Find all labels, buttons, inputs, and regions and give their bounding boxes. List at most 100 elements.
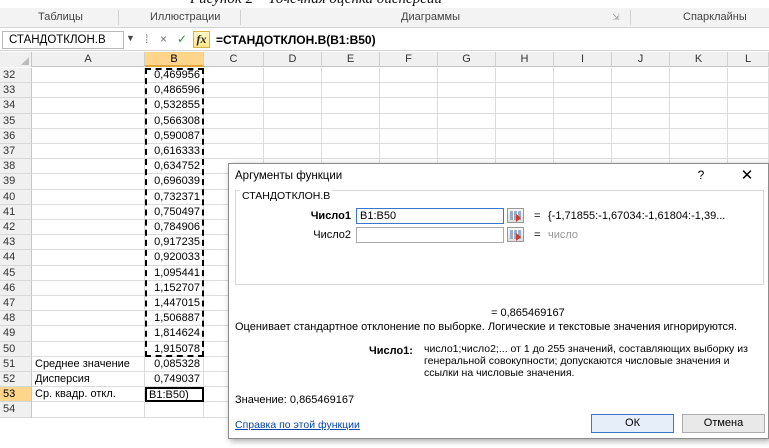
dialog-launcher-icon[interactable]: ⇲ bbox=[612, 12, 620, 23]
cancel-button[interactable]: Отмена bbox=[682, 414, 765, 433]
cell-b[interactable]: 0,920033 bbox=[145, 250, 204, 266]
column-header-k[interactable]: K bbox=[670, 52, 728, 67]
formula-text[interactable]: =СТАНДОТКЛОН.В(B1:B50) bbox=[216, 33, 376, 47]
empty-cell[interactable] bbox=[322, 83, 380, 99]
empty-cell[interactable] bbox=[496, 83, 554, 99]
empty-cell[interactable] bbox=[438, 144, 496, 160]
row-header[interactable]: 46 bbox=[0, 280, 32, 296]
row-header[interactable]: 54 bbox=[0, 402, 32, 418]
empty-cell[interactable] bbox=[496, 128, 554, 144]
row-header[interactable]: 38 bbox=[0, 159, 32, 175]
row-header[interactable]: 36 bbox=[0, 128, 32, 144]
empty-cell[interactable] bbox=[496, 98, 554, 114]
cell-a[interactable] bbox=[32, 296, 145, 312]
empty-cell[interactable] bbox=[204, 68, 264, 84]
cell-b[interactable]: 0,532855 bbox=[145, 98, 204, 114]
column-header-i[interactable]: I bbox=[554, 52, 612, 67]
empty-cell[interactable] bbox=[322, 68, 380, 84]
empty-cell[interactable] bbox=[728, 113, 769, 129]
row-header[interactable]: 44 bbox=[0, 250, 32, 266]
row-header[interactable]: 34 bbox=[0, 98, 32, 114]
row-header[interactable]: 33 bbox=[0, 83, 32, 99]
empty-cell[interactable] bbox=[728, 128, 769, 144]
row-header[interactable]: 35 bbox=[0, 113, 32, 129]
cell-b[interactable]: 0,750497 bbox=[145, 204, 204, 220]
cell-a[interactable] bbox=[32, 280, 145, 296]
row-header[interactable]: 40 bbox=[0, 189, 32, 205]
empty-cell[interactable] bbox=[670, 68, 728, 84]
cell-a[interactable] bbox=[32, 341, 145, 357]
cell-a[interactable]: Среднее значение bbox=[32, 356, 145, 372]
row-header[interactable]: 48 bbox=[0, 311, 32, 327]
cell-a[interactable] bbox=[32, 235, 145, 251]
cell-b[interactable]: 0,784906 bbox=[145, 220, 204, 236]
empty-cell[interactable] bbox=[554, 68, 612, 84]
cell-a[interactable] bbox=[32, 326, 145, 342]
cell-b[interactable]: 0,469956 bbox=[145, 68, 204, 84]
empty-cell[interactable] bbox=[322, 128, 380, 144]
empty-cell[interactable] bbox=[264, 68, 322, 84]
empty-cell[interactable] bbox=[204, 83, 264, 99]
row-header[interactable]: 43 bbox=[0, 235, 32, 251]
cell-a[interactable] bbox=[32, 204, 145, 220]
cell-b[interactable]: 0,590087 bbox=[145, 128, 204, 144]
row-header[interactable]: 53 bbox=[0, 387, 32, 403]
cell-b[interactable]: 1,814624 bbox=[145, 326, 204, 342]
cell-b[interactable]: 0,749037 bbox=[145, 372, 204, 388]
empty-cell[interactable] bbox=[204, 98, 264, 114]
cell-a[interactable]: Дисперсия bbox=[32, 372, 145, 388]
empty-cell[interactable] bbox=[264, 98, 322, 114]
row-header[interactable]: 50 bbox=[0, 341, 32, 357]
empty-cell[interactable] bbox=[612, 113, 670, 129]
row-header[interactable]: 47 bbox=[0, 296, 32, 312]
cell-a[interactable] bbox=[32, 220, 145, 236]
cell-b[interactable]: 0,732371 bbox=[145, 189, 204, 205]
active-cell-b[interactable]: B1:B50) bbox=[145, 387, 204, 403]
empty-cell[interactable] bbox=[612, 144, 670, 160]
cell-b[interactable]: 1,095441 bbox=[145, 265, 204, 281]
close-icon[interactable]: ✕ bbox=[735, 166, 759, 186]
cell-a[interactable] bbox=[32, 83, 145, 99]
column-header-f[interactable]: F bbox=[380, 52, 438, 67]
empty-cell[interactable] bbox=[380, 83, 438, 99]
row-header[interactable]: 42 bbox=[0, 220, 32, 236]
enter-entry-icon[interactable]: ✓ bbox=[177, 32, 187, 46]
cell-a[interactable] bbox=[32, 144, 145, 160]
help-icon[interactable]: ? bbox=[691, 168, 711, 186]
cell-a[interactable] bbox=[32, 68, 145, 84]
empty-cell[interactable] bbox=[438, 83, 496, 99]
empty-cell[interactable] bbox=[612, 128, 670, 144]
empty-cell[interactable] bbox=[204, 113, 264, 129]
empty-cell[interactable] bbox=[728, 68, 769, 84]
cell-b[interactable]: 0,566308 bbox=[145, 113, 204, 129]
name-box[interactable]: СТАНДОТКЛОН.В bbox=[2, 31, 124, 49]
empty-cell[interactable] bbox=[380, 128, 438, 144]
cell-b[interactable]: 1,506887 bbox=[145, 311, 204, 327]
empty-cell[interactable] bbox=[380, 98, 438, 114]
cell-b[interactable]: 0,917235 bbox=[145, 235, 204, 251]
empty-cell[interactable] bbox=[438, 113, 496, 129]
cell-a[interactable] bbox=[32, 128, 145, 144]
dialog-titlebar[interactable]: Аргументы функции ? ✕ bbox=[229, 164, 768, 188]
empty-cell[interactable] bbox=[322, 144, 380, 160]
empty-cell[interactable] bbox=[496, 68, 554, 84]
row-header[interactable]: 41 bbox=[0, 204, 32, 220]
empty-cell[interactable] bbox=[264, 144, 322, 160]
empty-cell[interactable] bbox=[728, 98, 769, 114]
cancel-entry-icon[interactable]: × bbox=[160, 32, 167, 46]
empty-cell[interactable] bbox=[264, 113, 322, 129]
cell-a[interactable] bbox=[32, 311, 145, 327]
row-header[interactable]: 52 bbox=[0, 372, 32, 388]
cell-a[interactable]: Ср. квадр. откл. bbox=[32, 387, 145, 403]
cell-b[interactable]: 0,085328 bbox=[145, 356, 204, 372]
empty-cell[interactable] bbox=[670, 83, 728, 99]
empty-cell[interactable] bbox=[554, 128, 612, 144]
cell-b[interactable]: 0,486596 bbox=[145, 83, 204, 99]
insert-function-button[interactable]: fx bbox=[193, 31, 210, 48]
empty-cell[interactable] bbox=[322, 98, 380, 114]
empty-cell[interactable] bbox=[612, 68, 670, 84]
cell-b[interactable]: 1,152707 bbox=[145, 280, 204, 296]
empty-cell[interactable] bbox=[322, 113, 380, 129]
cell-a[interactable] bbox=[32, 402, 145, 418]
cell-a[interactable] bbox=[32, 250, 145, 266]
